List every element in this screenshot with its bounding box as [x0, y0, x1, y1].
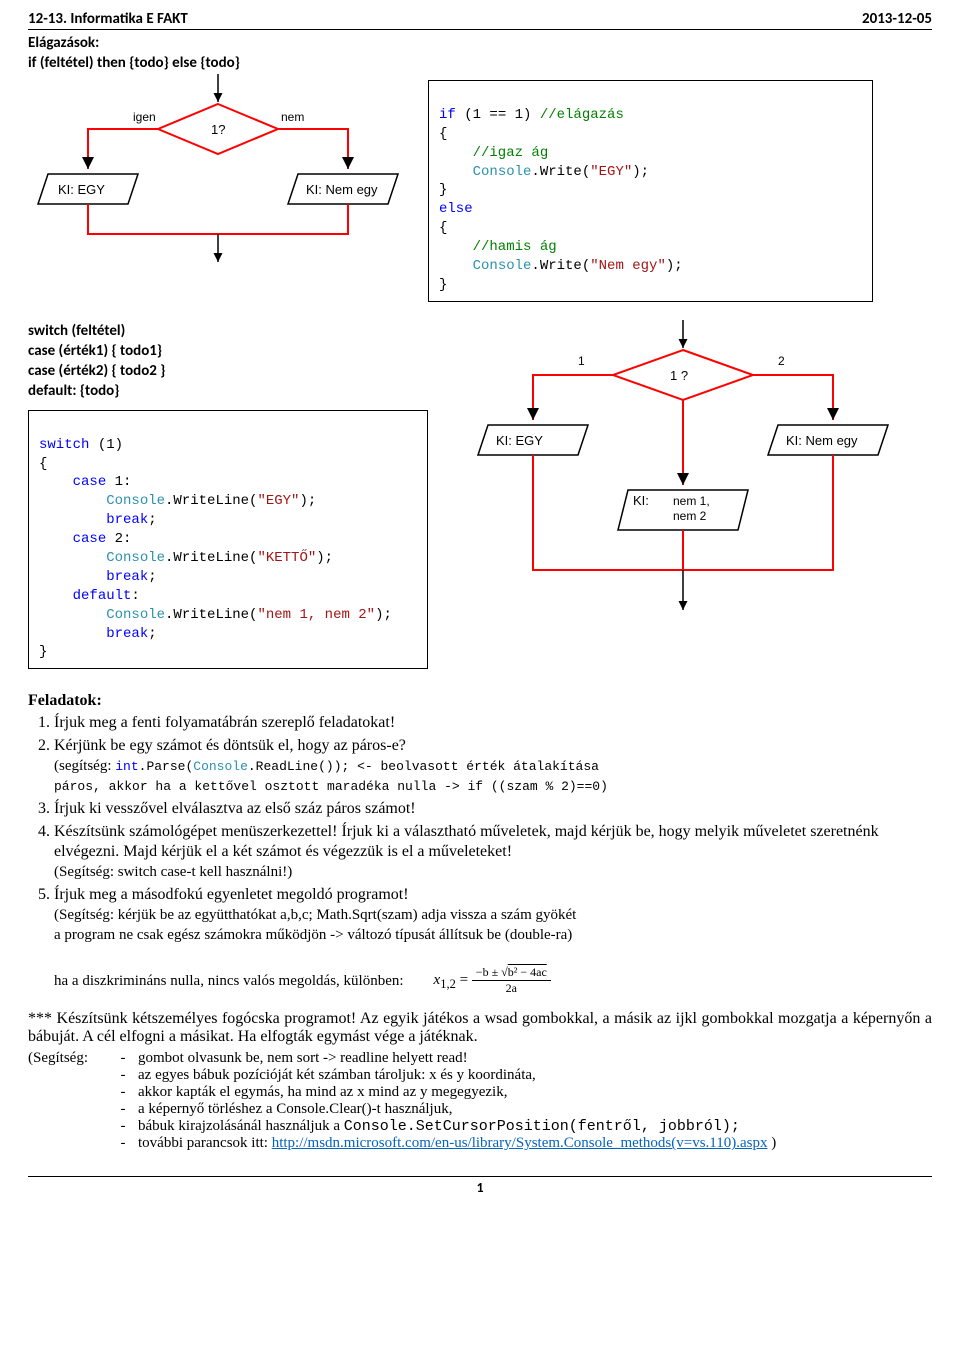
task-3: Írjuk ki vesszővel elválasztva az első s… [54, 799, 932, 819]
task-1: Írjuk meg a fenti folyamatábrán szereplő… [54, 713, 932, 733]
flowchart-if: 1? igen nem KI: EGY KI: Nem egy [28, 74, 408, 264]
page-header: 12-13. Informatika E FAKT 2013-12-05 [28, 10, 932, 30]
bonus-task: *** Készítsünk kétszemélyes fogócska pro… [28, 1010, 932, 1046]
switch-syntax2: case (érték1) { todo1} [28, 342, 448, 360]
flow1-no: nem [281, 110, 304, 124]
flow1-cond: 1? [211, 122, 225, 137]
code-box-if: if (1 == 1) //elágazás { //igaz ág Conso… [428, 80, 873, 302]
code-box-switch: switch (1) { case 1: Console.WriteLine("… [28, 410, 428, 670]
switch-syntax3: case (érték2) { todo2 } [28, 362, 448, 380]
task-5: Írjuk meg a másodfokú egyenletet megoldó… [54, 885, 932, 996]
section1-title: Elágazások: [28, 34, 932, 52]
section2: switch (feltétel) case (érték1) { todo1}… [28, 320, 932, 670]
msdn-link[interactable]: http://msdn.microsoft.com/en-us/library/… [272, 1135, 768, 1151]
task-2: Kérjünk be egy számot és döntsük el, hog… [54, 736, 932, 796]
flow2-two: 2 [778, 354, 785, 368]
task5-disc: ha a diszkrimináns nulla, nincs valós me… [54, 972, 404, 991]
hint-2: az egyes bábuk pozícióját két számban tá… [138, 1067, 932, 1084]
switch-syntax4: default: {todo} [28, 382, 448, 400]
header-left: 12-13. Informatika E FAKT [28, 10, 188, 28]
flow2-cond: 1 ? [670, 368, 688, 383]
flow2-out3a: KI: [633, 493, 649, 508]
task-4: Készítsünk számológépet menüszerkezettel… [54, 822, 932, 882]
quadratic-formula: x1,2 = −b ± √b² − 4ac 2a [434, 965, 551, 996]
flow1-out1: KI: EGY [58, 182, 105, 197]
flow2-out3c: nem 2 [673, 509, 707, 523]
hint-4: a képernyő törléshez a Console.Clear()-t… [138, 1101, 932, 1118]
switch-syntax1: switch (feltétel) [28, 322, 448, 340]
flow1-yes: igen [133, 110, 156, 124]
tasks-title: Feladatok: [28, 691, 932, 711]
hints-section: (Segítség: - gombot olvasunk be, nem sor… [28, 1050, 932, 1152]
flowchart-switch: 1 ? 1 2 KI: EGY KI: Nem egy KI: [468, 320, 898, 620]
hint-5: bábuk kirajzolásánál használjuk a Consol… [138, 1118, 932, 1135]
hint-1: gombot olvasunk be, nem sort -> readline… [138, 1050, 932, 1067]
hints-label: (Segítség: [28, 1050, 108, 1067]
section1-row: 1? igen nem KI: EGY KI: Nem egy if (1 ==… [28, 74, 932, 302]
section1-syntax: if (feltétel) then {todo} else {todo} [28, 54, 932, 72]
flow2-one: 1 [578, 354, 585, 368]
tasks-section: Feladatok: Írjuk meg a fenti folyamatábr… [28, 691, 932, 996]
hint-6: további parancsok itt: http://msdn.micro… [138, 1135, 932, 1152]
header-right: 2013-12-05 [862, 10, 932, 28]
page: 12-13. Informatika E FAKT 2013-12-05 Elá… [0, 0, 960, 1216]
footer: 1 [28, 1176, 932, 1196]
flow2-out1: KI: EGY [496, 433, 543, 448]
flow2-out3b: nem 1, [673, 494, 710, 508]
hint-3: akkor kapták el egymás, ha mind az x min… [138, 1084, 932, 1101]
page-number: 1 [476, 1179, 483, 1196]
flow2-out2: KI: Nem egy [786, 433, 858, 448]
flow1-out2: KI: Nem egy [306, 182, 378, 197]
